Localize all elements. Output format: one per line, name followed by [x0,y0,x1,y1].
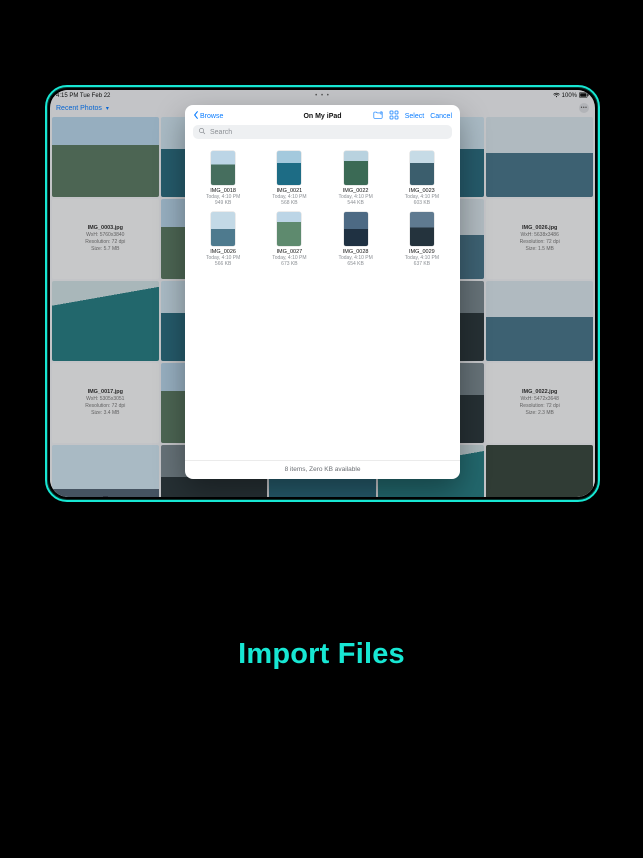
file-picker-modal: Browse On My iPad Select Cancel [185,105,460,479]
file-size: 673 KB [281,261,297,267]
file-item[interactable]: IMG_0018Today, 4:10 PM949 KB [191,149,255,206]
search-icon [198,127,206,137]
select-button[interactable]: Select [405,113,424,120]
file-size: 603 KB [414,200,430,206]
new-folder-button[interactable] [373,110,383,122]
file-thumbnail [344,212,368,246]
file-item[interactable]: IMG_0027Today, 4:10 PM673 KB [257,210,321,267]
file-size: 637 KB [414,261,430,267]
modal-header: Browse On My iPad Select Cancel [185,105,460,125]
view-options-button[interactable] [389,110,399,122]
file-item[interactable]: IMG_0029Today, 4:10 PM637 KB [390,210,454,267]
cancel-button[interactable]: Cancel [430,113,452,120]
modal-footer: 8 items, Zero KB available [185,460,460,479]
grid-icon [389,110,399,120]
file-thumbnail [277,151,301,185]
file-size: 544 KB [347,200,363,206]
file-item[interactable]: IMG_0022Today, 4:10 PM544 KB [324,149,388,206]
file-size: 566 KB [215,261,231,267]
ipad-frame: 4:15 PM Tue Feb 22 • • • 100% Recent Pho… [45,85,600,502]
file-thumbnail [410,212,434,246]
folder-plus-icon [373,110,383,120]
file-size: 654 KB [347,261,363,267]
search-input[interactable]: Search [193,125,452,139]
file-thumbnail [410,151,434,185]
file-size: 568 KB [281,200,297,206]
ipad-screen: 4:15 PM Tue Feb 22 • • • 100% Recent Pho… [50,90,595,497]
file-thumbnail [211,151,235,185]
search-placeholder: Search [210,129,232,136]
file-item[interactable]: IMG_0023Today, 4:10 PM603 KB [390,149,454,206]
file-thumbnail [211,212,235,246]
file-thumbnail [344,151,368,185]
file-thumbnail [277,212,301,246]
files-area[interactable]: IMG_0018Today, 4:10 PM949 KBIMG_0021Toda… [185,145,460,460]
file-item[interactable]: IMG_0028Today, 4:10 PM654 KB [324,210,388,267]
file-size: 949 KB [215,200,231,206]
file-item[interactable]: IMG_0026Today, 4:10 PM566 KB [191,210,255,267]
marketing-caption: Import Files [0,638,643,671]
file-item[interactable]: IMG_0021Today, 4:10 PM568 KB [257,149,321,206]
